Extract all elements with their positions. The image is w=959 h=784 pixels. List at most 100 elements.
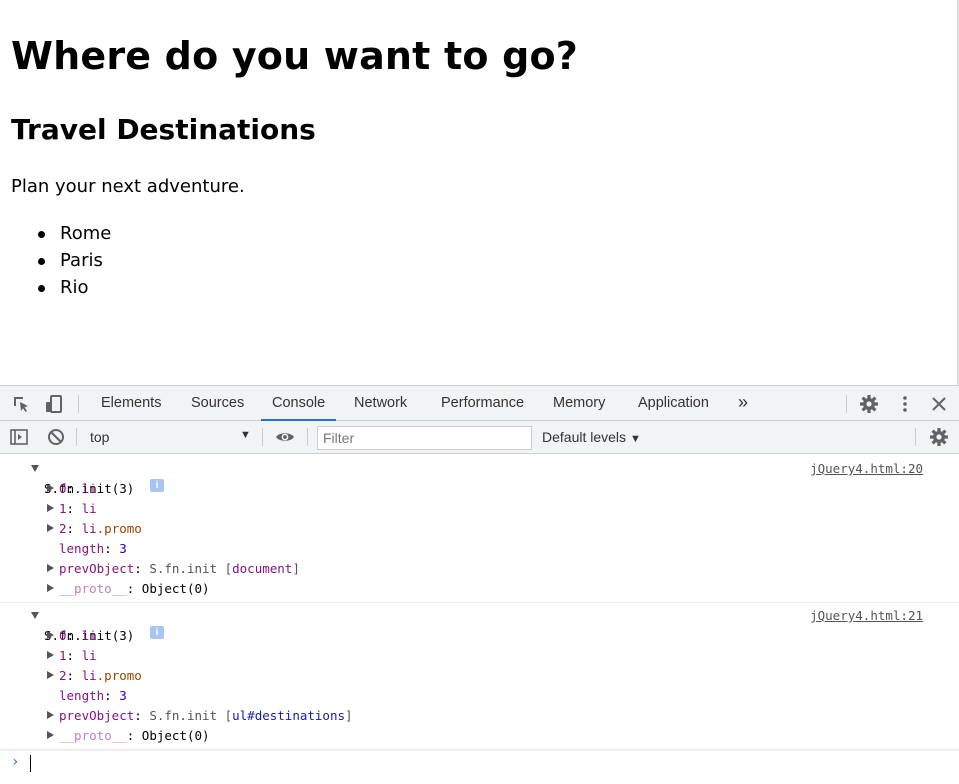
expand-arrow-icon[interactable] xyxy=(47,524,54,532)
object-property[interactable]: 2: li.promo xyxy=(0,666,959,686)
device-toggle-icon[interactable] xyxy=(44,394,64,414)
chevron-down-icon[interactable]: ▼ xyxy=(240,429,251,441)
object-property[interactable]: 1: li xyxy=(0,499,959,519)
page-paragraph: Plan your next adventure. xyxy=(11,176,245,197)
more-tabs-button[interactable]: » xyxy=(738,386,748,421)
property-target: ul#destinations xyxy=(232,708,346,723)
destinations-list: Rome Paris Rio xyxy=(37,222,111,303)
property-key: 1 xyxy=(59,648,67,663)
property-close: ] xyxy=(292,561,300,576)
expand-arrow-icon[interactable] xyxy=(47,711,54,719)
property-key: 0 xyxy=(59,481,67,496)
property-value: li xyxy=(81,668,97,683)
source-link[interactable]: jQuery4.html:20 xyxy=(810,459,923,479)
expand-arrow-icon[interactable] xyxy=(47,484,54,492)
filter-input[interactable]: Filter xyxy=(317,426,532,450)
text-caret xyxy=(30,755,31,772)
object-property[interactable]: 2: li.promo xyxy=(0,519,959,539)
toolbar-separator xyxy=(915,428,916,446)
list-item: Paris xyxy=(37,249,111,276)
devtools-panel: Elements Sources Console Network Perform… xyxy=(0,385,959,784)
toolbar-separator xyxy=(76,428,77,446)
inspect-icon[interactable] xyxy=(11,394,31,414)
object-property[interactable]: __proto__: Object(0) xyxy=(0,726,959,746)
property-value: li xyxy=(81,501,97,516)
object-property[interactable]: prevObject: S.fn.init [ul#destinations] xyxy=(0,706,959,726)
tab-memory[interactable]: Memory xyxy=(553,386,605,421)
property-value: Object(0) xyxy=(141,581,210,596)
console-toolbar: top ▼ Filter Default levels ▼ xyxy=(0,421,959,454)
object-property: length: 3 xyxy=(59,688,127,703)
prompt-chevron-icon: › xyxy=(11,754,20,770)
expand-arrow-icon[interactable] xyxy=(31,465,39,472)
expand-arrow-icon[interactable] xyxy=(47,584,54,592)
log-levels-label: Default levels xyxy=(542,429,627,445)
tab-elements[interactable]: Elements xyxy=(101,386,161,421)
object-property[interactable]: prevObject: S.fn.init [document] xyxy=(0,559,959,579)
property-value: li xyxy=(81,521,97,536)
property-value: Object(0) xyxy=(141,728,210,743)
close-icon[interactable] xyxy=(929,394,949,414)
tab-sources[interactable]: Sources xyxy=(191,386,244,421)
console-entry: S.fn.init(3) i jQuery4.html:20 0: li 1: l… xyxy=(0,458,959,603)
property-key: 2 xyxy=(59,521,67,536)
toolbar-separator xyxy=(307,428,308,446)
object-property[interactable]: __proto__: Object(0) xyxy=(0,579,959,599)
console-entry: S.fn.init(3) i jQuery4.html:21 0: li 1: l… xyxy=(0,605,959,751)
page-subheading: Travel Destinations xyxy=(11,113,316,146)
property-key: prevObject xyxy=(59,561,135,576)
expand-arrow-icon[interactable] xyxy=(31,612,39,619)
object-property[interactable]: 1: li xyxy=(0,646,959,666)
tab-console[interactable]: Console xyxy=(261,386,337,421)
expand-arrow-icon[interactable] xyxy=(47,651,54,659)
property-key: 0 xyxy=(59,628,67,643)
expand-arrow-icon[interactable] xyxy=(47,731,54,739)
property-value: li xyxy=(81,628,97,643)
page-heading: Where do you want to go? xyxy=(11,34,579,78)
console-prompt[interactable]: › xyxy=(0,749,959,775)
property-value: 3 xyxy=(119,688,127,703)
property-key: length xyxy=(59,688,105,703)
property-key: prevObject xyxy=(59,708,135,723)
property-key: __proto__ xyxy=(59,728,127,743)
expand-arrow-icon[interactable] xyxy=(47,564,54,572)
property-class: .promo xyxy=(96,521,142,536)
property-value: S.fn.init [ xyxy=(149,708,233,723)
source-link[interactable]: jQuery4.html:21 xyxy=(810,606,923,626)
console-settings-icon[interactable] xyxy=(929,427,949,447)
object-property[interactable]: 0: li xyxy=(0,626,959,646)
tab-network[interactable]: Network xyxy=(354,386,407,421)
property-key: 2 xyxy=(59,668,67,683)
expand-arrow-icon[interactable] xyxy=(47,671,54,679)
chevron-down-icon: ▼ xyxy=(629,433,641,445)
sidebar-toggle-icon[interactable] xyxy=(9,427,29,447)
property-value: li xyxy=(81,648,97,663)
toolbar-separator xyxy=(78,395,79,413)
object-property[interactable]: 0: li xyxy=(0,479,959,499)
list-item: Rio xyxy=(37,276,111,303)
context-selector[interactable]: top xyxy=(90,429,109,445)
expand-arrow-icon[interactable] xyxy=(47,504,54,512)
property-close: ] xyxy=(345,708,353,723)
list-item: Rome xyxy=(37,222,111,249)
toolbar-separator xyxy=(262,428,263,446)
log-levels-dropdown[interactable]: Default levels ▼ xyxy=(542,429,641,445)
web-page: Where do you want to go? Travel Destinat… xyxy=(0,0,959,385)
kebab-menu-icon[interactable] xyxy=(895,394,915,414)
property-key: 1 xyxy=(59,501,67,516)
settings-icon[interactable] xyxy=(859,394,879,414)
console-entry-header[interactable]: S.fn.init(3) i jQuery4.html:21 xyxy=(0,606,959,643)
expand-arrow-icon[interactable] xyxy=(47,631,54,639)
property-value: li xyxy=(81,481,97,496)
property-key: length xyxy=(59,541,105,556)
object-property: length: 3 xyxy=(59,541,127,556)
devtools-tabbar: Elements Sources Console Network Perform… xyxy=(0,386,959,421)
tab-performance[interactable]: Performance xyxy=(441,386,524,421)
clear-console-icon[interactable] xyxy=(46,427,66,447)
toolbar-separator xyxy=(846,395,847,413)
property-target: document xyxy=(232,561,293,576)
property-key: __proto__ xyxy=(59,581,127,596)
tab-application[interactable]: Application xyxy=(638,386,709,421)
console-entry-header[interactable]: S.fn.init(3) i jQuery4.html:20 xyxy=(0,459,959,496)
eye-icon[interactable] xyxy=(275,427,295,447)
